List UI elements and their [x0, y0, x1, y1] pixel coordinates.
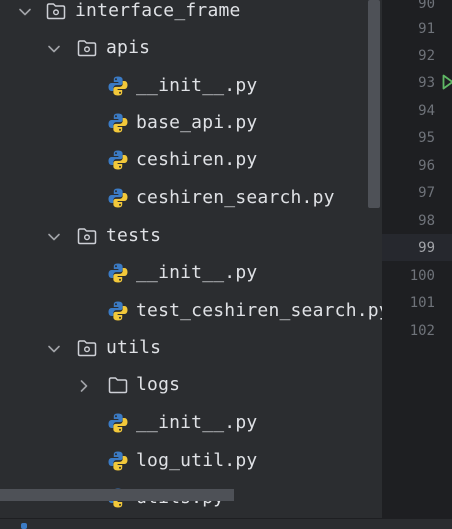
line-number: 95: [418, 130, 435, 146]
tree-horizontal-scrollbar[interactable]: [0, 489, 234, 501]
tree-item-label: __init__.py: [136, 412, 258, 433]
bottom-toolbar: [0, 518, 452, 529]
tree-vertical-scrollbar[interactable]: [368, 0, 380, 208]
python-file-icon: [107, 112, 129, 134]
line-number: 94: [418, 103, 435, 119]
tree-item-label: utils: [106, 337, 162, 358]
line-number: 99: [418, 240, 435, 256]
tree-item-label: base_api.py: [136, 112, 258, 133]
python-file-icon: [107, 412, 129, 434]
current-line-highlight: [382, 234, 452, 261]
python-file-icon: [107, 149, 129, 171]
tree-item-label: test_ceshiren_search.py: [136, 300, 382, 321]
tree-item[interactable]: interface_frame: [0, 0, 382, 30]
package-folder-icon: [76, 37, 98, 59]
tree-item[interactable]: ceshiren.py: [0, 142, 382, 179]
python-file-icon: [107, 187, 129, 209]
tree-item-label: log_util.py: [136, 450, 258, 471]
bottom-python-icon: [21, 523, 27, 529]
run-triangle-icon[interactable]: [442, 74, 452, 90]
tree-item[interactable]: __init__.py: [0, 68, 382, 105]
python-file-icon: [107, 300, 129, 322]
line-number: 101: [409, 295, 435, 311]
tree-item[interactable]: tests: [0, 218, 382, 255]
tree-item[interactable]: __init__.py: [0, 405, 382, 442]
line-number: 90: [418, 0, 435, 12]
tree-item[interactable]: apis: [0, 30, 382, 67]
line-number: 93: [418, 75, 435, 91]
module-folder-icon: [45, 0, 67, 22]
tree-item[interactable]: logs: [0, 367, 382, 404]
folder-icon: [107, 374, 129, 396]
line-number: 91: [418, 21, 435, 37]
tree-item-label: ceshiren.py: [136, 149, 258, 170]
tree-item[interactable]: ceshiren_search.py: [0, 180, 382, 217]
line-number: 100: [409, 268, 435, 284]
tree-item[interactable]: log_util.py: [0, 443, 382, 480]
tree-item[interactable]: __init__.py: [0, 255, 382, 292]
tree-item[interactable]: utils: [0, 330, 382, 367]
chevron-down-icon[interactable]: [18, 5, 32, 19]
package-folder-icon: [76, 225, 98, 247]
python-file-icon: [107, 75, 129, 97]
python-file-icon: [107, 262, 129, 284]
tree-item[interactable]: test_ceshiren_search.py: [0, 293, 382, 330]
line-number: 96: [418, 158, 435, 174]
tree-item-label: __init__.py: [136, 75, 258, 96]
package-folder-icon: [76, 337, 98, 359]
tree-item-label: interface_frame: [75, 0, 241, 21]
chevron-down-icon[interactable]: [47, 42, 61, 56]
tree-item-label: tests: [106, 225, 162, 246]
line-number: 102: [409, 323, 435, 339]
tree-item-label: logs: [136, 374, 181, 395]
python-file-icon: [107, 450, 129, 472]
chevron-right-icon[interactable]: [77, 379, 91, 393]
project-tree: interface_frameapis __init__.py base_api.p…: [0, 0, 382, 518]
tree-item[interactable]: base_api.py: [0, 105, 382, 142]
chevron-down-icon[interactable]: [47, 342, 61, 356]
line-number: 92: [418, 48, 435, 64]
tree-item-label: apis: [106, 37, 151, 58]
line-number: 98: [418, 213, 435, 229]
editor-gutter: 90 91 92 93 94 95 96 97 98 99 100 101 102: [382, 0, 452, 518]
line-number: 97: [418, 185, 435, 201]
tree-item-label: ceshiren_search.py: [136, 187, 335, 208]
chevron-down-icon[interactable]: [47, 230, 61, 244]
tree-item-label: __init__.py: [136, 262, 258, 283]
